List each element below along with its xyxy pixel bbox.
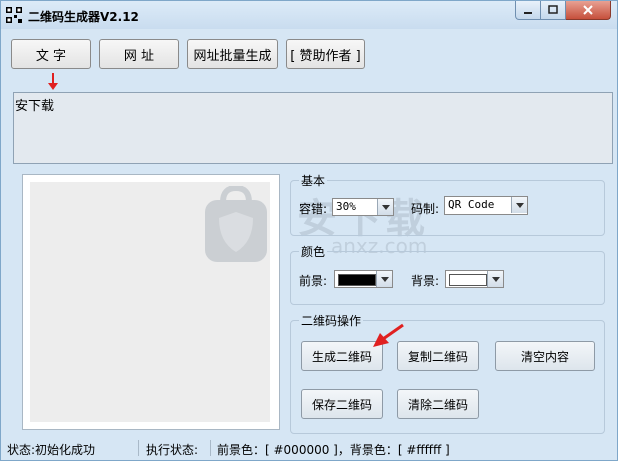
chevron-down-icon xyxy=(515,202,524,208)
close-icon xyxy=(583,5,593,15)
background-color-select[interactable] xyxy=(445,270,504,288)
foreground-color-select[interactable] xyxy=(334,270,393,288)
foreground-swatch xyxy=(338,274,376,286)
content-input[interactable]: 安下载 xyxy=(13,92,613,164)
error-level-label: 容错: xyxy=(299,202,328,216)
clear-qr-button[interactable]: 清除二维码 xyxy=(397,389,479,419)
background-swatch xyxy=(449,274,487,286)
window-title: 二维码生成器V2.12 xyxy=(28,10,139,24)
status-colors: 前景色：[ #000000 ]，背景色：[ #ffffff ] xyxy=(217,443,450,457)
status-divider xyxy=(138,440,139,456)
code-type-value: QR Code xyxy=(448,198,495,211)
app-window: 二维码生成器V2.12 文 字 网 址 网址批量生成 [ 赞助作者 ] 安下载 xyxy=(0,0,618,461)
donate-button[interactable]: [ 赞助作者 ] xyxy=(286,39,365,69)
url-mode-button[interactable]: 网 址 xyxy=(99,39,179,69)
foreground-label: 前景: xyxy=(299,274,328,288)
minimize-button[interactable] xyxy=(515,1,541,20)
maximize-icon xyxy=(548,5,558,14)
status-divider xyxy=(210,440,211,456)
qr-ops-group-title: 二维码操作 xyxy=(299,312,364,329)
error-level-dropdown[interactable] xyxy=(377,199,393,215)
chevron-down-icon xyxy=(381,204,390,210)
error-level-value: 30% xyxy=(336,200,356,213)
chevron-down-icon xyxy=(380,276,389,282)
status-exec: 执行状态: xyxy=(146,443,199,457)
text-mode-button[interactable]: 文 字 xyxy=(11,39,91,69)
red-arrow-pointer-icon xyxy=(373,323,404,347)
error-level-select[interactable]: 30% xyxy=(332,198,394,216)
background-dropdown[interactable] xyxy=(487,271,503,287)
copy-qr-button[interactable]: 复制二维码 xyxy=(397,341,479,371)
status-bar: 状态:初始化成功 执行状态: 前景色：[ #000000 ]，背景色：[ #ff… xyxy=(1,438,617,460)
foreground-dropdown[interactable] xyxy=(376,271,392,287)
close-button[interactable] xyxy=(566,1,611,20)
batch-url-button[interactable]: 网址批量生成 xyxy=(187,39,278,69)
code-type-select[interactable]: QR Code xyxy=(444,196,528,215)
status-state: 状态:初始化成功 xyxy=(7,443,96,457)
clear-content-button[interactable]: 清空内容 xyxy=(495,341,595,371)
background-label: 背景: xyxy=(411,274,440,288)
basic-group-title: 基本 xyxy=(299,172,328,189)
code-type-label: 码制: xyxy=(411,202,440,216)
shield-logo-icon xyxy=(205,186,267,262)
save-qr-button[interactable]: 保存二维码 xyxy=(301,389,383,419)
color-group-title: 颜色 xyxy=(299,243,328,260)
chevron-down-icon xyxy=(491,276,500,282)
minimize-icon xyxy=(524,12,532,14)
title-bar[interactable]: 二维码生成器V2.12 xyxy=(1,1,617,29)
maximize-button[interactable] xyxy=(541,1,566,20)
red-arrow-down-icon xyxy=(48,73,58,90)
qr-app-icon xyxy=(6,7,22,23)
code-type-dropdown[interactable] xyxy=(511,197,527,213)
